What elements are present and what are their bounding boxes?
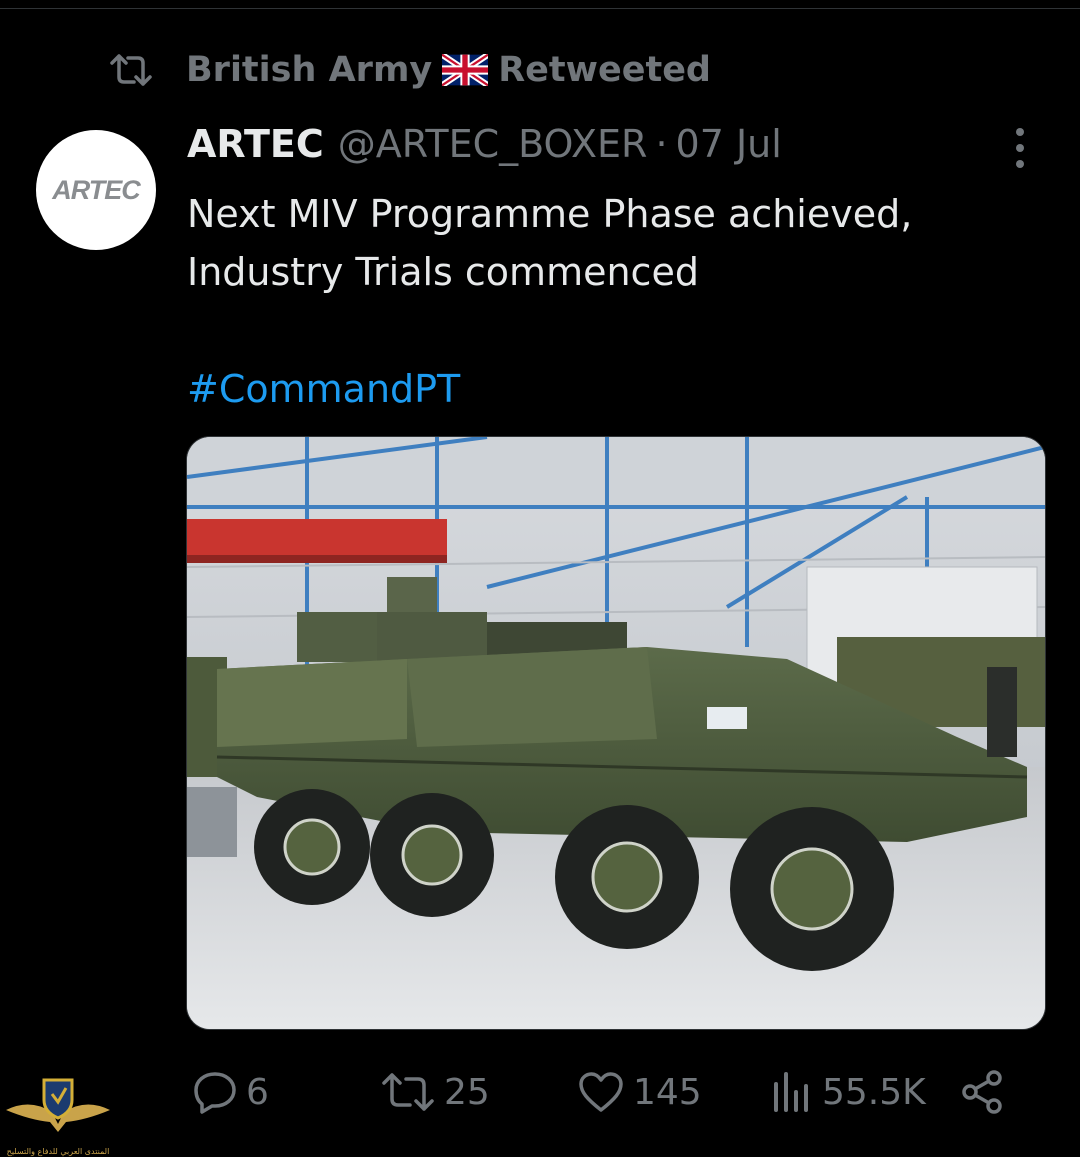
retweet-count: 25 [444, 1071, 490, 1113]
share-icon [960, 1069, 1006, 1115]
reply-count: 6 [246, 1071, 269, 1113]
watermark-text: المنتدى العربي للدفاع والتسليح [6, 1147, 110, 1156]
author-avatar[interactable]: ARTEC [36, 130, 156, 250]
reply-icon [192, 1070, 238, 1114]
retweet-button[interactable]: 25 [380, 1064, 490, 1120]
eagle-shield-logo-icon [6, 1078, 110, 1132]
author-handle[interactable]: @ARTEC_BOXER [338, 122, 648, 166]
tweet-text-line-2: Industry Trials commenced [187, 250, 699, 294]
forum-watermark: المنتدى العربي للدفاع والتسليح [6, 1072, 110, 1156]
share-button[interactable] [960, 1064, 1006, 1120]
retweet-label: Retweeted [498, 50, 711, 90]
top-divider [0, 8, 1080, 9]
action-bar: 6 25 145 55.5K [0, 1064, 1080, 1120]
armored-vehicle-photo [187, 437, 1045, 1029]
avatar-logo-text: ARTEC [52, 174, 141, 205]
retweet-action-icon [380, 1071, 436, 1113]
heart-icon [577, 1071, 625, 1113]
retweeter-name[interactable]: British Army [186, 50, 432, 90]
tweet-image[interactable] [186, 436, 1046, 1030]
more-options-icon[interactable] [1002, 128, 1038, 168]
retweet-icon [108, 50, 156, 90]
author-name[interactable]: ARTEC [187, 122, 324, 166]
tweet-date[interactable]: 07 Jul [676, 122, 782, 166]
like-button[interactable]: 145 [577, 1064, 702, 1120]
retweet-indicator: British Army Retweeted [108, 48, 711, 92]
tweet-text-line-1: Next MIV Programme Phase achieved, [187, 192, 913, 236]
hashtag-link[interactable]: #CommandPT [187, 360, 460, 418]
uk-flag-icon [440, 52, 490, 88]
like-count: 145 [633, 1071, 702, 1113]
tweet-header: ARTEC @ARTEC_BOXER · 07 Jul [187, 122, 782, 166]
reply-button[interactable]: 6 [192, 1064, 269, 1120]
retweet-text[interactable]: British Army Retweeted [186, 50, 711, 90]
views-count: 55.5K [822, 1071, 926, 1113]
tweet-body: Next MIV Programme Phase achieved, Indus… [187, 185, 1047, 301]
views-chart-icon [770, 1070, 814, 1114]
views-button[interactable]: 55.5K [770, 1064, 926, 1120]
separator-dot: · [655, 122, 668, 166]
